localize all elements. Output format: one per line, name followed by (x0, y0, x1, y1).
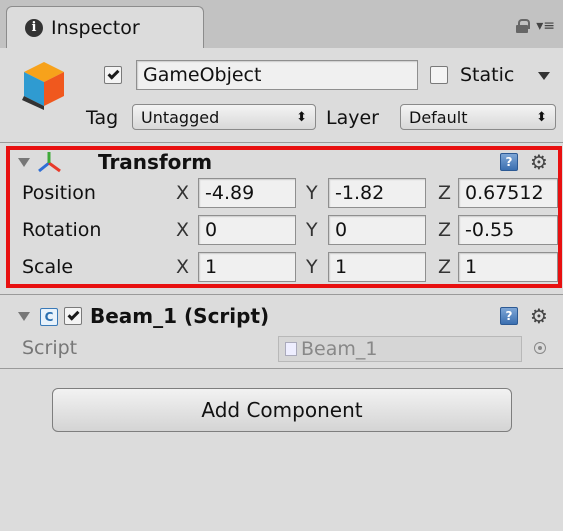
position-y-axis[interactable]: Y (306, 178, 318, 208)
lock-icon[interactable] (516, 19, 531, 33)
rotation-label: Rotation (22, 219, 102, 241)
tab-bar: i Inspector ▾≡ (0, 0, 563, 48)
script-field-value: Beam_1 (301, 338, 378, 360)
gameobject-name-field[interactable]: GameObject (136, 60, 418, 90)
static-label: Static (460, 64, 515, 86)
transform-title: Transform (98, 150, 213, 174)
transform-foldout-icon[interactable] (18, 158, 30, 167)
transform-icon (38, 152, 61, 173)
scale-y-field[interactable]: 1 (328, 252, 426, 282)
position-z-field[interactable]: 0.67512 (458, 178, 558, 208)
rotation-x-axis[interactable]: X (176, 215, 189, 245)
divider (0, 368, 563, 369)
info-icon: i (25, 18, 43, 37)
rotation-y-axis[interactable]: Y (306, 215, 318, 245)
script-foldout-icon[interactable] (18, 312, 30, 321)
transform-header[interactable]: Transform ? ⚙ (0, 148, 563, 176)
script-field-label: Script (22, 337, 78, 359)
position-y-field[interactable]: -1.82 (328, 178, 426, 208)
scale-z-field[interactable]: 1 (458, 252, 558, 282)
tab-inspector[interactable]: i Inspector (6, 6, 204, 48)
script-file-icon (285, 342, 297, 356)
rotation-x-field[interactable]: 0 (198, 215, 296, 245)
divider (0, 294, 563, 295)
tag-dropdown-value: Untagged (141, 107, 220, 127)
layer-dropdown-arrow-icon: ⬍ (536, 109, 547, 125)
layer-dropdown-value: Default (409, 107, 468, 127)
rotation-z-axis[interactable]: Z (438, 215, 451, 245)
layer-label: Layer (326, 107, 379, 129)
help-icon[interactable]: ? (500, 307, 518, 325)
gear-icon[interactable]: ⚙ (530, 306, 548, 326)
script-component-header[interactable]: Beam_1 (Script) ? ⚙ (0, 302, 563, 330)
tag-label: Tag (86, 107, 119, 129)
tab-inspector-label: Inspector (51, 16, 140, 39)
divider (0, 142, 563, 143)
scale-label: Scale (22, 256, 74, 278)
active-checkbox[interactable] (104, 66, 122, 84)
static-checkbox[interactable] (430, 66, 448, 84)
rotation-z-field[interactable]: -0.55 (458, 215, 558, 245)
script-object-field[interactable]: Beam_1 (278, 336, 522, 362)
gameobject-header: GameObject Static Tag Untagged ⬍ Layer D… (0, 48, 563, 140)
add-component-button[interactable]: Add Component (52, 388, 512, 432)
tab-controls: ▾≡ (516, 18, 555, 34)
object-picker-icon[interactable] (534, 342, 546, 354)
cube-icon (22, 62, 64, 110)
rotation-y-field[interactable]: 0 (328, 215, 426, 245)
position-x-axis[interactable]: X (176, 178, 189, 208)
scale-y-axis[interactable]: Y (306, 252, 318, 282)
scale-z-axis[interactable]: Z (438, 252, 451, 282)
layer-dropdown[interactable]: Default ⬍ (400, 104, 556, 130)
menu-icon[interactable]: ▾≡ (536, 18, 555, 34)
position-z-axis[interactable]: Z (438, 178, 451, 208)
inspector-panel: GameObject Static Tag Untagged ⬍ Layer D… (0, 48, 563, 531)
script-icon: C (40, 308, 58, 326)
scale-x-field[interactable]: 1 (198, 252, 296, 282)
static-dropdown-arrow-icon[interactable] (538, 72, 550, 80)
position-label: Position (22, 182, 96, 204)
tag-dropdown[interactable]: Untagged ⬍ (132, 104, 316, 130)
tag-dropdown-arrow-icon: ⬍ (296, 109, 307, 125)
position-x-field[interactable]: -4.89 (198, 178, 296, 208)
scale-x-axis[interactable]: X (176, 252, 189, 282)
gear-icon[interactable]: ⚙ (530, 152, 548, 172)
script-component-title: Beam_1 (Script) (90, 304, 270, 328)
script-enabled-checkbox[interactable] (64, 307, 82, 325)
help-icon[interactable]: ? (500, 153, 518, 171)
